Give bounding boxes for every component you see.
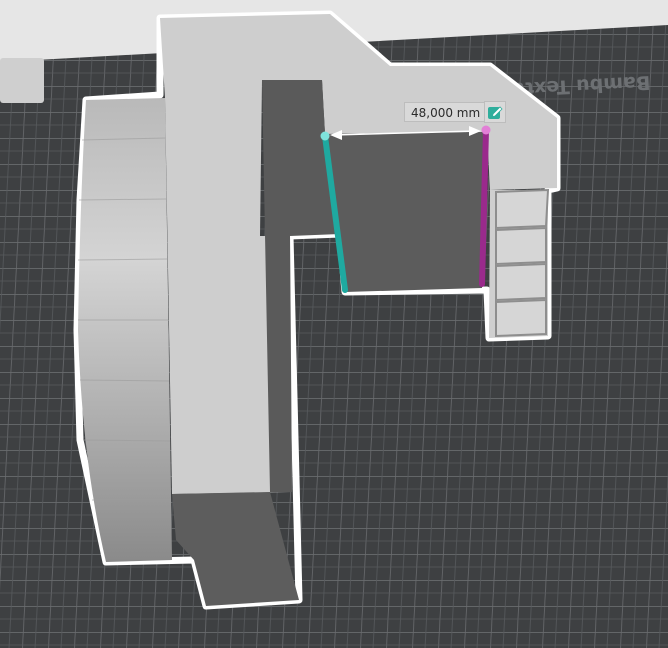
measure-edge-end[interactable]: [479, 127, 489, 287]
3d-viewport[interactable]: Bambu Textured PEI Plate: [0, 0, 668, 648]
measure-point-start[interactable]: [320, 131, 330, 141]
measurement-distance-label: 48,000 mm: [404, 102, 488, 122]
plate-corner-tile: [0, 58, 44, 103]
edit-measurement-button[interactable]: [484, 101, 506, 123]
measure-point-end[interactable]: [481, 125, 491, 135]
edit-pencil-icon: [488, 106, 503, 119]
model-recess-face: [325, 132, 487, 292]
build-plate-scene[interactable]: Bambu Textured PEI Plate: [0, 0, 668, 648]
